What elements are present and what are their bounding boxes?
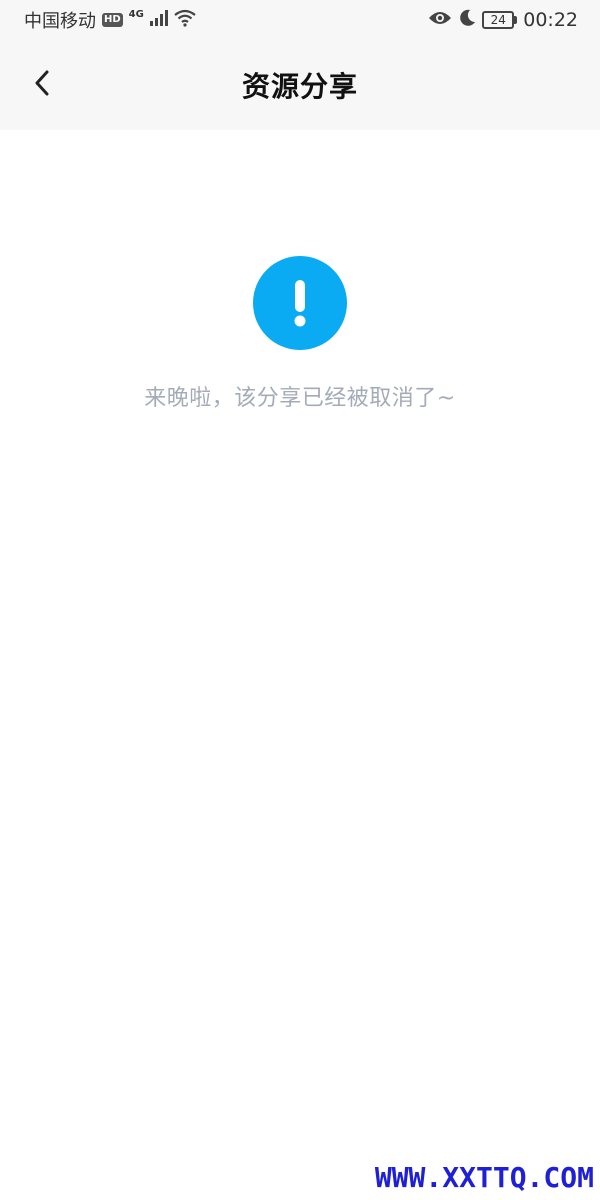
alert-icon [253, 256, 347, 350]
status-bar: 中国移动 HD 4G 24 00:22 [0, 0, 600, 40]
watermark-text: WWW.XXTTQ.COM [374, 1161, 594, 1194]
network-type: 4G [128, 8, 144, 20]
empty-state: 来晚啦，该分享已经被取消了~ [0, 256, 600, 412]
status-right: 24 00:22 [428, 9, 578, 32]
empty-message: 来晚啦，该分享已经被取消了~ [144, 386, 456, 411]
moon-icon [458, 9, 476, 32]
battery-level: 24 [482, 11, 515, 29]
eye-icon [428, 10, 452, 31]
battery-icon: 24 [482, 11, 518, 29]
signal-icon [149, 9, 168, 31]
nav-header: 资源分享 [0, 40, 600, 130]
status-time: 00:22 [523, 9, 578, 31]
carrier-label: 中国移动 [24, 11, 96, 32]
status-left: 中国移动 HD 4G [24, 7, 196, 33]
back-button[interactable] [22, 65, 62, 105]
battery-tip [514, 16, 518, 24]
chevron-left-icon [34, 70, 50, 100]
app-screen: 中国移动 HD 4G 24 00:22 资源分享 来晚啦，该分享已经被取消了~ … [0, 0, 600, 1200]
wifi-icon [174, 9, 196, 32]
page-title: 资源分享 [241, 70, 358, 103]
hd-badge: HD [102, 13, 123, 27]
